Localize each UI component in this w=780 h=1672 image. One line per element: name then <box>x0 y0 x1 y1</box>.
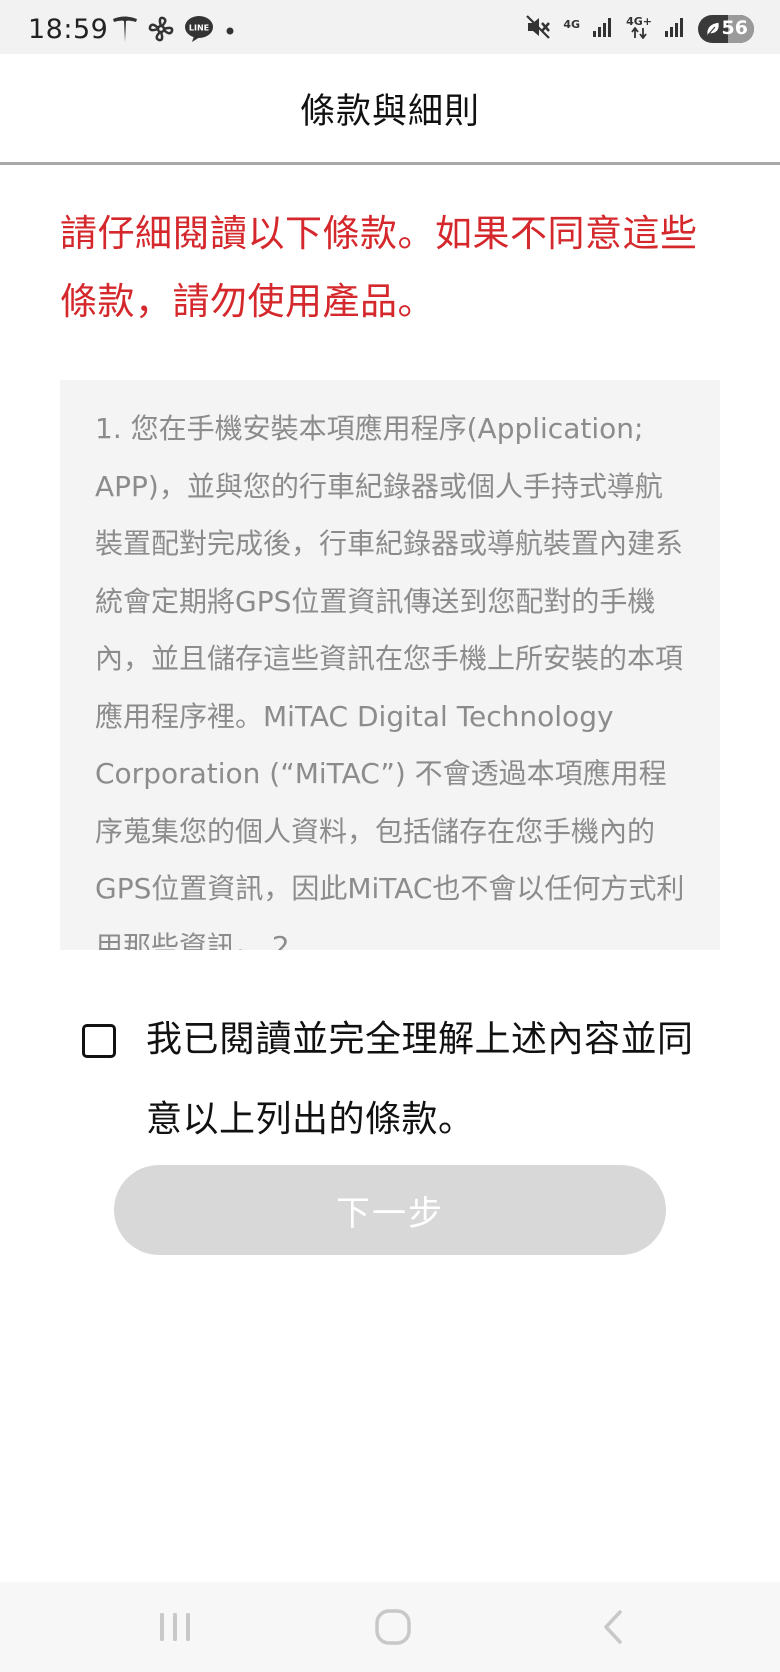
battery-indicator: 56 <box>698 15 754 43</box>
warning-text: 請仔細閱讀以下條款。如果不同意這些條款，請勿使用產品。 <box>60 212 698 323</box>
terms-scroll-box[interactable]: 1. 您在手機安裝本項應用程序(Application; APP)，並與您的行車… <box>60 380 720 950</box>
nav-bar <box>0 1582 780 1672</box>
recent-apps-icon <box>160 1613 190 1641</box>
tesla-icon <box>112 15 138 47</box>
back-button[interactable] <box>588 1604 638 1650</box>
recent-apps-button[interactable] <box>150 1604 200 1650</box>
status-left-icons: LINE <box>112 15 236 47</box>
agree-label[interactable]: 我已閱讀並完全理解上述內容並同意以上列出的條款。 <box>146 1000 726 1160</box>
status-time: 18:59 <box>28 14 109 45</box>
line-icon: LINE <box>184 15 214 47</box>
page-title: 條款與細則 <box>299 91 480 132</box>
power-saving-leaf-icon <box>705 20 721 42</box>
status-right-icons: 4G 4G+ 56 <box>525 14 754 44</box>
data-arrows-icon <box>631 26 647 39</box>
battery-percent: 56 <box>721 17 748 39</box>
network-label-4gplus: 4G+ <box>626 14 652 28</box>
app-header: 條款與細則 <box>0 54 780 165</box>
terms-text: 1. 您在手機安裝本項應用程序(Application; APP)，並與您的行車… <box>95 412 685 950</box>
home-button[interactable] <box>368 1604 418 1650</box>
home-icon <box>375 1609 411 1645</box>
dot-icon <box>224 22 236 41</box>
agree-checkbox[interactable] <box>82 1024 116 1058</box>
screen: 18:59 LINE 4G 4G+ 56 條款與細則 請仔細閱讀以下條款。如果不… <box>0 0 780 1672</box>
svg-text:LINE: LINE <box>189 24 209 33</box>
network-type: 4G+ <box>626 16 652 39</box>
signal-icon <box>592 16 614 42</box>
signal-icon <box>664 16 686 42</box>
fan-icon <box>148 16 174 46</box>
back-icon <box>604 1610 622 1644</box>
status-bar: 18:59 LINE 4G 4G+ 56 <box>0 0 780 54</box>
mute-icon <box>525 14 551 44</box>
network-label-4g: 4G <box>563 17 581 31</box>
next-button[interactable]: 下一步 <box>114 1165 666 1255</box>
